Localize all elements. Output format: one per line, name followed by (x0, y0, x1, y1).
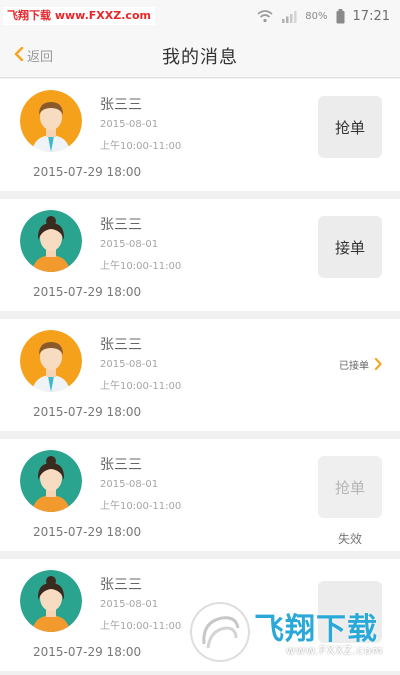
female-avatar-icon (20, 570, 82, 632)
service-date: 2015-08-01 (100, 599, 159, 610)
posted-time: 2015-07-29 18:00 (33, 525, 142, 539)
service-timeslot: 上午10:00-11:00 (100, 261, 182, 272)
customer-name: 张三三 (100, 217, 142, 233)
logo-swirl-icon (190, 602, 250, 662)
service-date: 2015-08-01 (100, 119, 159, 130)
accepted-status-link[interactable]: 已接单 (339, 355, 382, 374)
battery-level: 80% (305, 10, 328, 22)
service-timeslot: 上午10:00-11:00 (100, 621, 182, 632)
clock: 17:21 (352, 8, 390, 24)
message-card: 张三三 2015-08-01 上午10:00-11:00 2015-07-29 … (0, 79, 400, 191)
service-date: 2015-08-01 (100, 359, 159, 370)
accepted-status-label: 已接单 (339, 361, 369, 372)
service-date: 2015-08-01 (100, 479, 159, 490)
customer-name: 张三三 (100, 577, 142, 593)
message-card: 张三三 2015-08-01 上午10:00-11:00 2015-07-29 … (0, 319, 400, 431)
wifi-icon (257, 9, 273, 23)
male-avatar-icon (20, 330, 82, 392)
posted-time: 2015-07-29 18:00 (33, 405, 142, 419)
chevron-right-icon (374, 355, 382, 374)
grab-order-button[interactable]: 抢单 (318, 96, 382, 158)
site-logo-watermark: 飞翔下载 www.FXXZ.com (190, 600, 390, 670)
service-timeslot: 上午10:00-11:00 (100, 381, 182, 392)
signal-icon (281, 10, 297, 23)
customer-name: 张三三 (100, 457, 142, 473)
customer-name: 张三三 (100, 97, 142, 113)
accept-order-button[interactable]: 接单 (318, 216, 382, 278)
navigation-bar: 返回 我的消息 (0, 32, 400, 78)
posted-time: 2015-07-29 18:00 (33, 645, 142, 659)
watermark-text: 飞翔下载 www.FXXZ.com (3, 7, 155, 25)
posted-time: 2015-07-29 18:00 (33, 165, 142, 179)
female-avatar-icon (20, 210, 82, 272)
expired-label: 失效 (337, 532, 362, 546)
message-card: 张三三 2015-08-01 上午10:00-11:00 2015-07-29 … (0, 199, 400, 311)
female-avatar-icon (20, 450, 82, 512)
customer-name: 张三三 (100, 337, 142, 353)
service-timeslot: 上午10:00-11:00 (100, 141, 182, 152)
status-bar: 飞翔下载 www.FXXZ.com 80% 17:21 (0, 0, 400, 32)
page-title: 我的消息 (162, 47, 238, 68)
logo-url: www.FXXZ.com (286, 644, 384, 657)
posted-time: 2015-07-29 18:00 (33, 285, 142, 299)
service-timeslot: 上午10:00-11:00 (100, 501, 182, 512)
status-indicators: 80% 17:21 (257, 6, 390, 26)
grab-order-button-disabled[interactable]: 抢单 (318, 456, 382, 518)
logo-text: 飞翔下载 (254, 612, 378, 647)
battery-icon (336, 8, 345, 24)
service-date: 2015-08-01 (100, 239, 159, 250)
male-avatar-icon (20, 90, 82, 152)
message-card: 张三三 2015-08-01 上午10:00-11:00 2015-07-29 … (0, 439, 400, 551)
